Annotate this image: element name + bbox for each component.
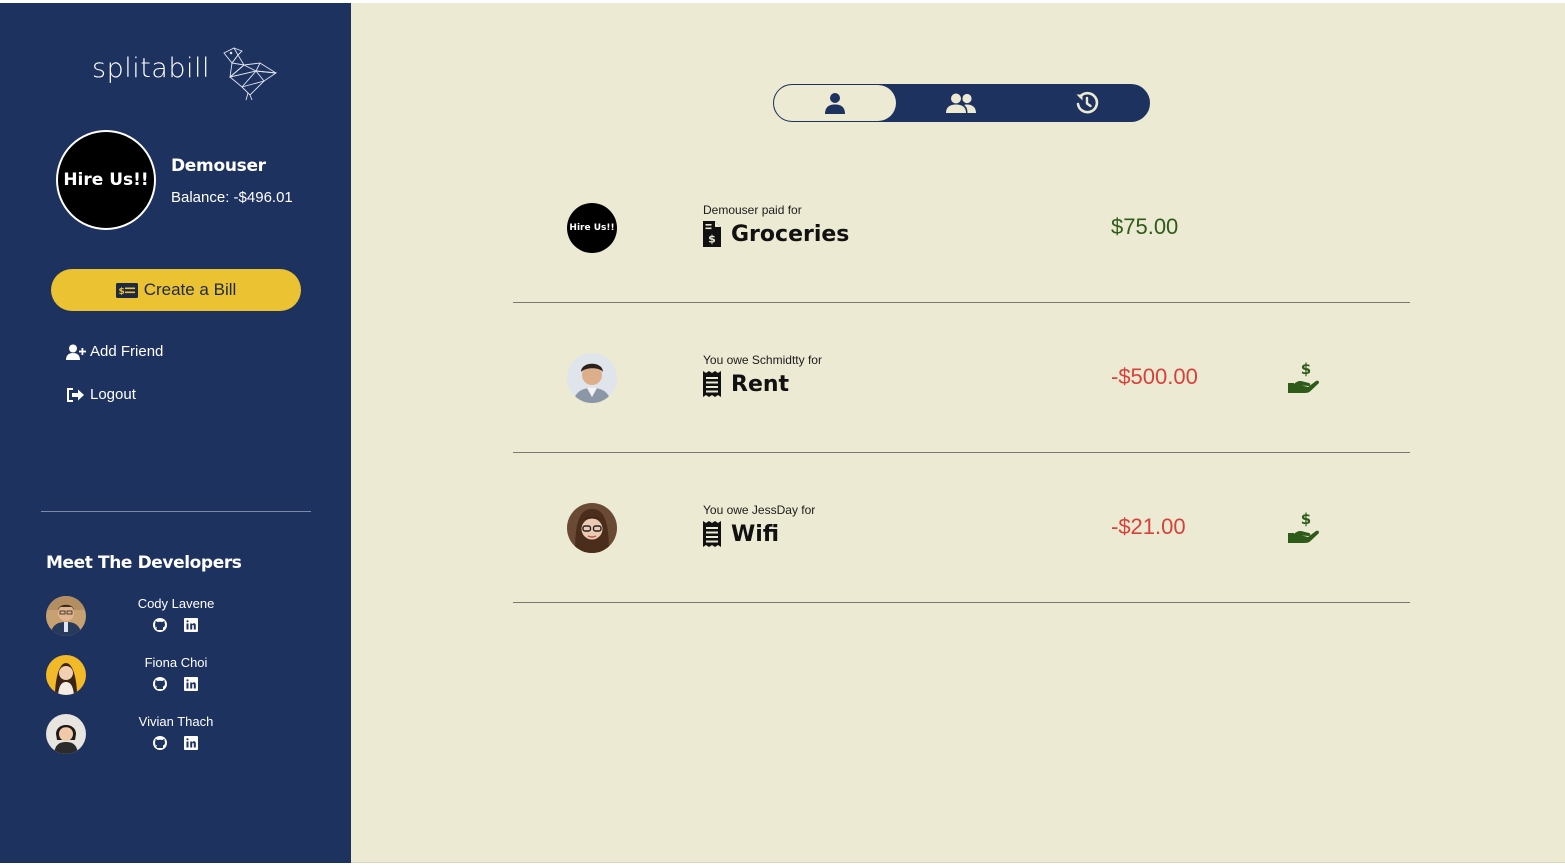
developer-name: Vivian Thach [138,714,214,729]
money-bill-icon: $ [115,282,138,298]
developer-links [152,735,199,751]
file-invoice-dollar-icon: $ [703,221,721,247]
linkedin-icon[interactable] [183,676,199,692]
linkedin-icon[interactable] [183,735,199,751]
developer-links [152,676,199,692]
hand-holding-usd-icon[interactable]: $ [1286,360,1322,394]
bill-row[interactable]: You owe JessDay for Wifi -$21.00 $ [513,453,1410,603]
users-icon [946,93,976,113]
tab-personal-bills[interactable] [774,85,896,121]
bill-title: Rent [703,371,789,397]
github-icon[interactable] [152,735,168,751]
bill-title-text: Rent [731,371,790,397]
bill-amount: -$21.00 [1111,514,1186,539]
linkedin-icon[interactable] [183,617,199,633]
developer-name: Cody Lavene [137,596,215,611]
bill-row[interactable]: You owe Schmidtty for Rent -$500.00 $ [513,303,1410,453]
create-bill-label: Create a Bill [143,280,237,299]
brand[interactable]: splitabill [92,47,278,101]
developer-avatar [46,655,86,695]
add-friend-label: Add Friend [90,343,164,360]
bill-title-text: Wifi [731,521,780,547]
sidebar-divider [41,511,311,512]
logout-label: Logout [90,386,136,403]
developer-name: Fiona Choi [144,655,208,670]
bill-caption: Demouser paid for [703,203,802,217]
profile-avatar: Hire Us!! [56,130,156,230]
github-icon[interactable] [152,676,168,692]
bill-amount: $75.00 [1111,214,1179,239]
app-frame: splitabill Hire Us!! Demouser Balance: -… [0,3,1565,863]
receipt-icon [703,371,721,397]
history-icon [1076,91,1099,114]
svg-text:$: $ [1301,360,1311,378]
sidebar: splitabill Hire Us!! Demouser Balance: -… [0,3,351,863]
tab-group-bills[interactable] [900,85,1022,121]
creditor-avatar [567,353,617,403]
developer-links [152,617,199,633]
bill-title: $ Groceries [703,221,849,247]
bill-caption: You owe Schmidtty for [703,353,822,367]
hand-holding-usd-icon[interactable]: $ [1286,510,1322,544]
create-bill-button[interactable]: $ Create a Bill [51,269,301,311]
bill-title-text: Groceries [731,221,850,247]
logout-link[interactable]: Logout [66,386,136,403]
bill-caption: You owe JessDay for [703,503,816,517]
tab-history[interactable] [1026,85,1148,121]
svg-text:$: $ [118,287,124,297]
user-plus-icon [66,344,86,360]
developers-title: Meet The Developers [46,553,242,573]
svg-text:$: $ [1301,510,1311,528]
developer-card: Cody Lavene [46,596,326,640]
profile-name: Demouser [171,156,266,176]
geometric-bird-logo-icon [223,47,278,101]
user-icon [825,93,845,114]
developer-avatar [46,596,86,636]
creditor-avatar [567,503,617,553]
developer-card: Vivian Thach [46,714,326,758]
payer-avatar: Hire Us!! [567,203,617,253]
profile-balance: Balance: -$496.01 [171,189,293,206]
svg-text:$: $ [708,233,716,246]
brand-name: splitabill [92,53,210,84]
developer-avatar [46,714,86,754]
bill-title: Wifi [703,521,779,547]
github-icon[interactable] [152,617,168,633]
bill-row[interactable]: Hire Us!! Demouser paid for $ Groceries … [513,153,1410,303]
bill-amount: -$500.00 [1111,364,1198,389]
add-friend-link[interactable]: Add Friend [66,343,163,360]
receipt-icon [703,521,721,547]
developer-card: Fiona Choi [46,655,326,699]
view-toggle [773,84,1150,122]
sign-out-icon [67,387,84,402]
